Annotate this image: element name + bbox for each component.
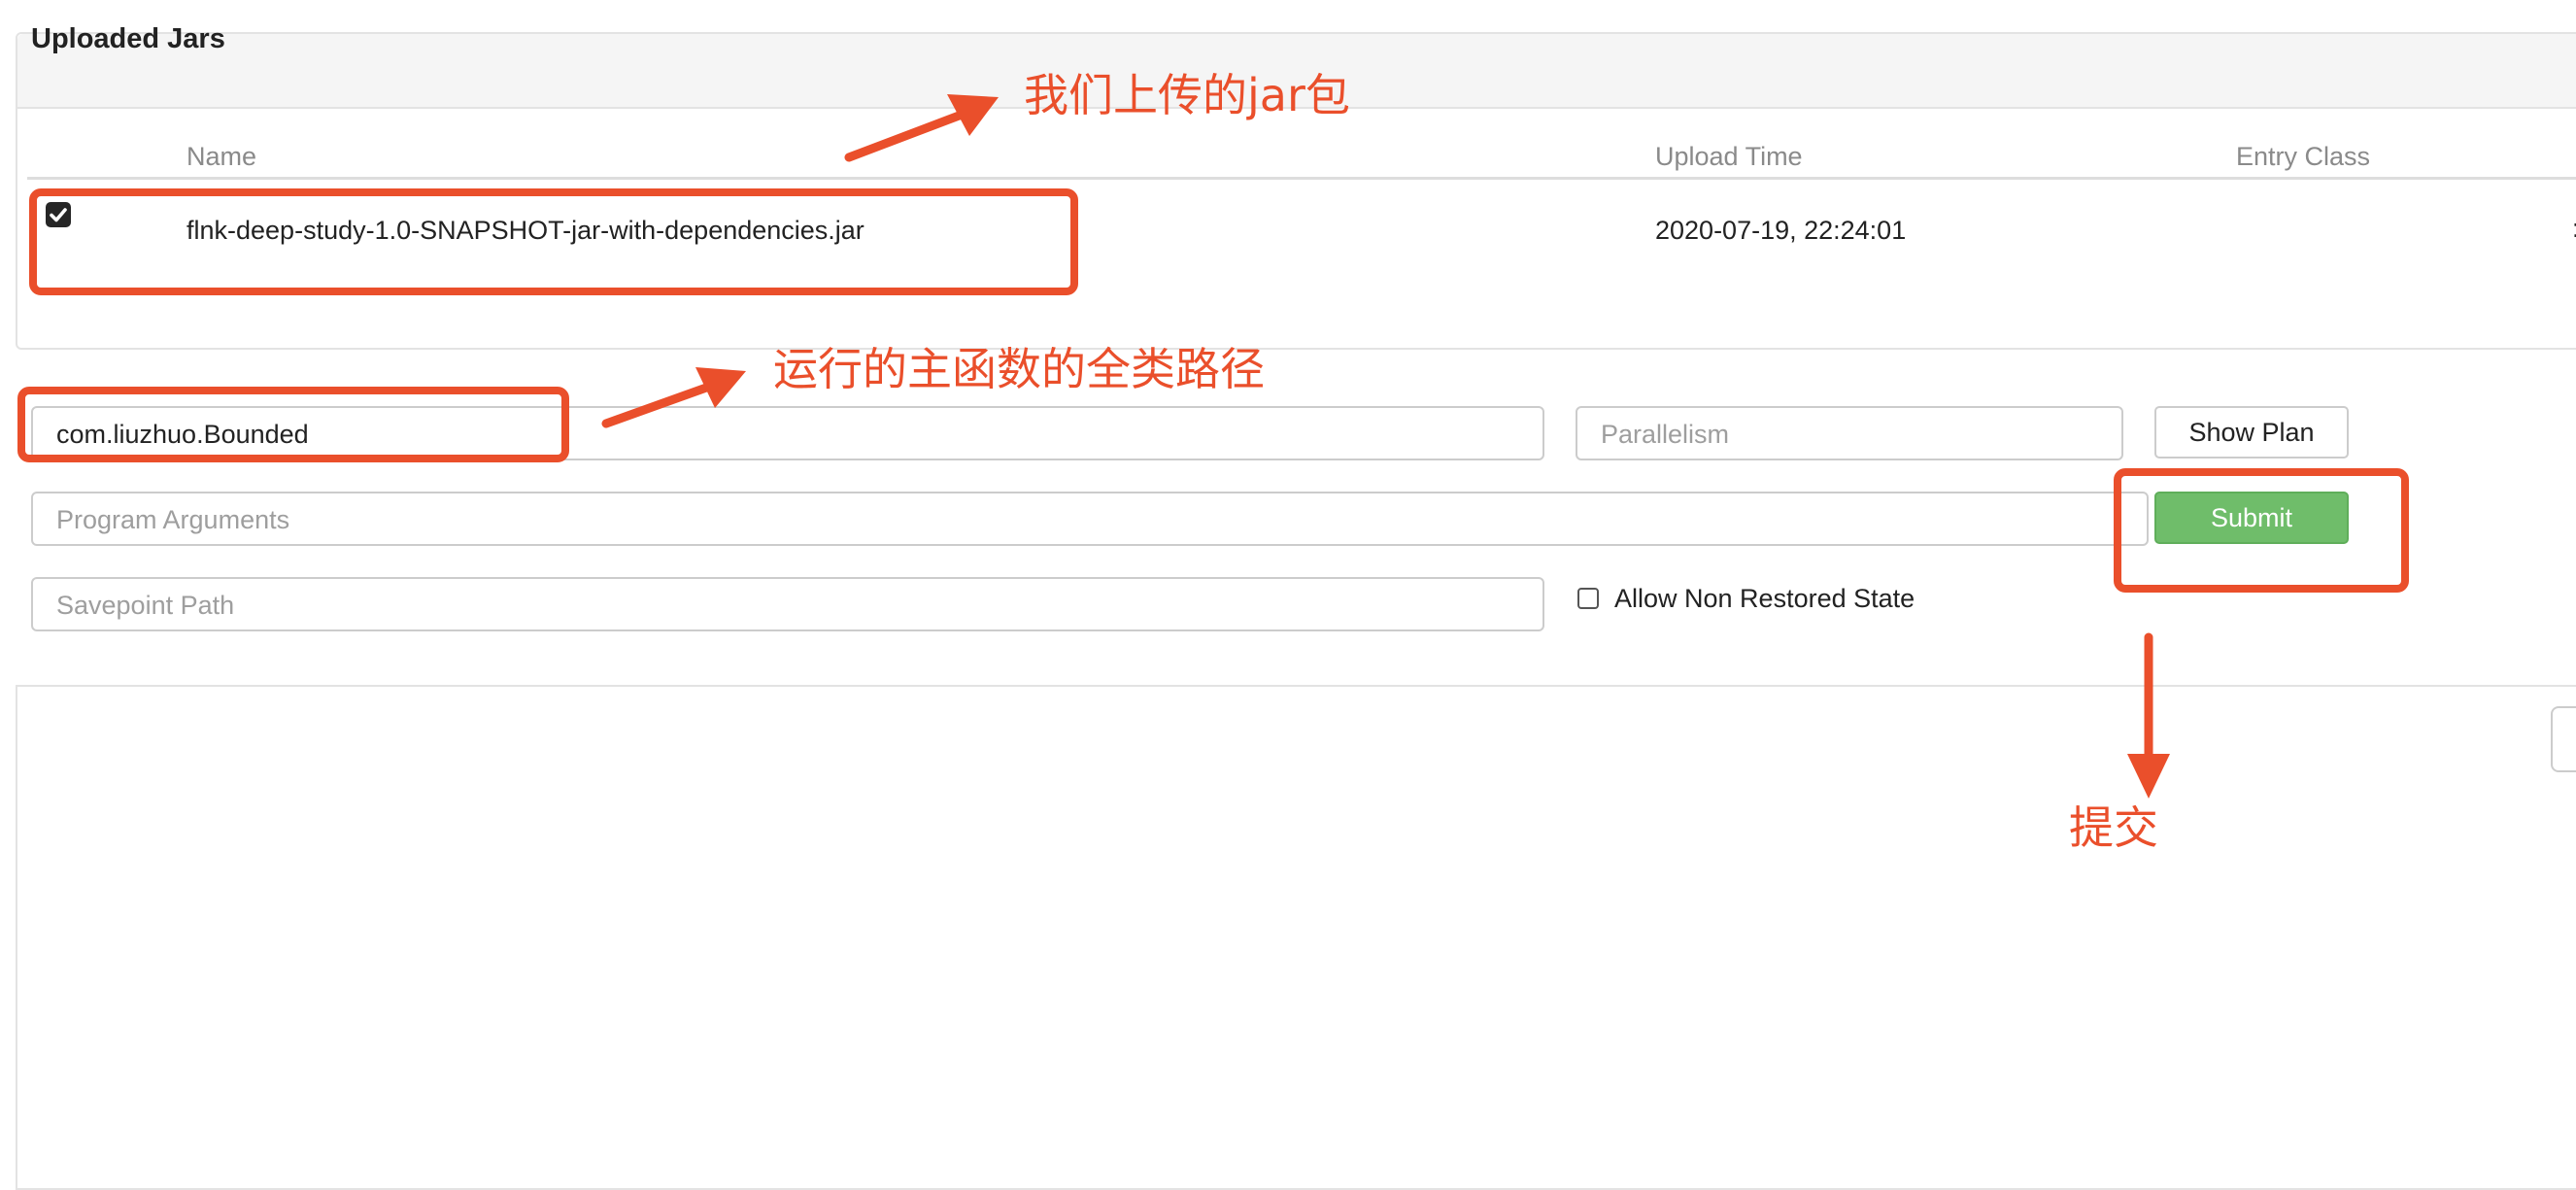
arrow-icon	[601, 367, 746, 428]
arrow-icon	[2127, 632, 2170, 799]
annotation-jar-note: 我们上传的jar包	[1024, 69, 1350, 121]
annotation-submit-note: 提交	[2069, 801, 2158, 854]
annotation-entry-note: 运行的主函数的全类路径	[773, 343, 1265, 395]
annotation-arrows	[601, 94, 2170, 799]
arrow-icon	[844, 94, 999, 162]
